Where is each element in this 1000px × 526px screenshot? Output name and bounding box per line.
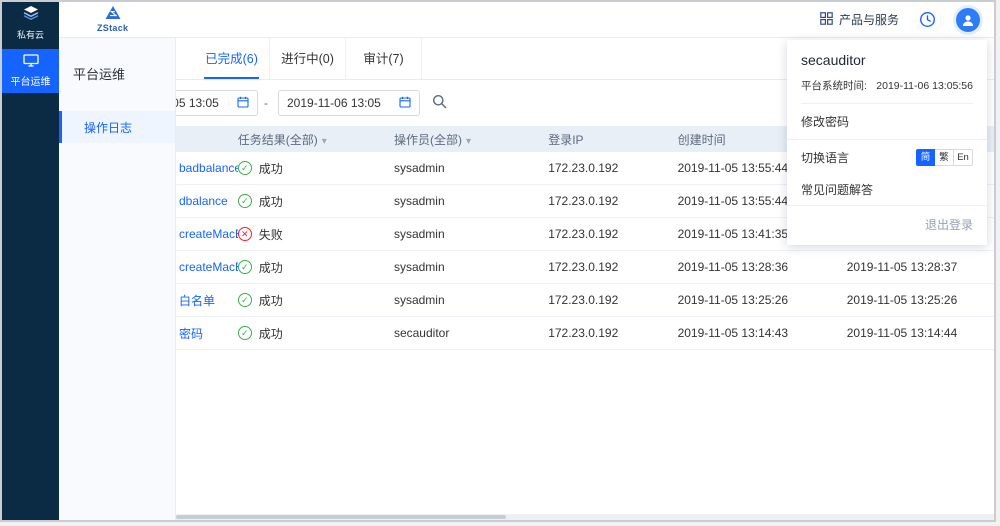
login-ip-cell: 172.23.0.192 <box>548 260 677 274</box>
header-task-result[interactable]: 任务结果(全部) ▾ <box>238 131 394 148</box>
zstack-logo-text: ZStack <box>97 24 128 33</box>
operator-cell: sysadmin <box>394 194 548 208</box>
header-task-result-label: 任务结果(全部) <box>238 133 318 147</box>
finished-time-cell: 2019-11-05 13:25:26 <box>847 293 994 307</box>
stacked-layers-icon <box>22 6 40 25</box>
task-name-link[interactable]: badbalance <box>179 161 238 175</box>
login-ip-cell: 172.23.0.192 <box>548 194 677 208</box>
product-logo[interactable]: 私有云 <box>2 2 59 44</box>
task-result-text: 失败 <box>259 226 283 243</box>
lang-button-traditional[interactable]: 繁 <box>935 149 954 166</box>
clock-icon <box>919 11 936 28</box>
grid-icon <box>820 12 833 28</box>
search-button[interactable] <box>432 94 447 114</box>
task-result-text: 成功 <box>259 193 283 210</box>
header-operator[interactable]: 操作员(全部) ▾ <box>394 131 548 148</box>
secondary-sidebar: 平台运维 操作日志 <box>59 38 176 520</box>
operator-cell: sysadmin <box>394 293 548 307</box>
date-to-input[interactable]: 2019-11-06 13:05 <box>278 90 420 116</box>
tab-completed[interactable]: 已完成(6) <box>194 38 270 79</box>
sidebar-item-operation-log[interactable]: 操作日志 <box>59 111 175 143</box>
login-ip-cell: 172.23.0.192 <box>548 293 677 307</box>
task-name-link[interactable]: dbalance <box>179 194 228 208</box>
date-range-separator: - <box>264 90 268 116</box>
date-from-input[interactable]: 2019-11-05 13:05 <box>176 90 258 116</box>
faq-item[interactable]: 常见问题解答 <box>787 174 987 206</box>
created-time-cell: 2019-11-05 13:28:36 <box>678 260 847 274</box>
check-circle-icon: ✓ <box>238 194 252 208</box>
operator-cell: secauditor <box>394 326 548 340</box>
check-circle-icon: ✓ <box>238 161 252 175</box>
logout-button[interactable]: 退出登录 <box>787 206 987 245</box>
monitor-icon <box>23 54 39 70</box>
tab-in-progress[interactable]: 进行中(0) <box>270 38 346 79</box>
header-operator-label: 操作员(全部) <box>394 133 462 147</box>
person-icon <box>961 13 975 27</box>
close-circle-icon: ✕ <box>238 227 252 241</box>
username: secauditor <box>801 52 973 68</box>
history-clock-button[interactable] <box>919 11 936 28</box>
task-name-link[interactable]: 白名单 <box>179 294 215 308</box>
calendar-icon <box>237 96 249 111</box>
horizontal-scrollbar-thumb[interactable] <box>176 515 506 519</box>
products-services-label: 产品与服务 <box>839 11 899 28</box>
app-window: 私有云 平台运维 ZStack <box>0 0 996 522</box>
check-circle-icon: ✓ <box>238 293 252 307</box>
header-login-ip: 登录IP <box>548 131 677 148</box>
top-header: ZStack 产品与服务 <box>59 2 994 38</box>
task-result-text: 成功 <box>259 160 283 177</box>
login-ip-cell: 172.23.0.192 <box>548 227 677 241</box>
user-dropdown-menu: secauditor 平台系统时间: 2019-11-06 13:05:56 修… <box>787 40 987 245</box>
calendar-icon <box>399 96 411 111</box>
created-time-cell: 2019-11-05 13:25:26 <box>678 293 847 307</box>
operator-cell: sysadmin <box>394 260 548 274</box>
lang-button-simplified[interactable]: 简 <box>916 149 935 166</box>
login-ip-cell: 172.23.0.192 <box>548 161 677 175</box>
primary-sidebar: 私有云 平台运维 <box>2 2 59 520</box>
task-name-link[interactable]: createMacB... <box>179 227 238 241</box>
date-from-value: 2019-11-05 13:05 <box>176 96 229 110</box>
task-result-text: 成功 <box>259 259 283 276</box>
system-time-label: 平台系统时间: <box>801 78 867 93</box>
switch-language-label: 切换语言 <box>801 149 849 166</box>
header-actions: 产品与服务 <box>820 8 994 32</box>
task-result-text: 成功 <box>259 292 283 309</box>
table-row: 密码 ✓ 成功 secauditor 172.23.0.192 2019-11-0… <box>176 317 994 350</box>
language-toggle-group: 简 繁 En <box>916 149 973 166</box>
login-ip-cell: 172.23.0.192 <box>548 326 677 340</box>
operator-cell: sysadmin <box>394 227 548 241</box>
table-row: 白名单 ✓ 成功 sysadmin 172.23.0.192 2019-11-05… <box>176 284 994 317</box>
search-icon <box>432 94 447 109</box>
check-circle-icon: ✓ <box>238 260 252 274</box>
created-time-cell: 2019-11-05 13:14:43 <box>678 326 847 340</box>
section-title: 平台运维 <box>59 38 175 83</box>
user-avatar[interactable] <box>956 8 980 32</box>
task-result-text: 成功 <box>259 325 283 342</box>
system-time-value: 2019-11-06 13:05:56 <box>876 80 973 92</box>
product-logo-label: 私有云 <box>17 28 44 41</box>
date-to-value: 2019-11-06 13:05 <box>287 96 391 110</box>
task-name-link[interactable]: 密码 <box>179 327 203 341</box>
sidebar-item-platform-ops[interactable]: 平台运维 <box>2 49 59 93</box>
finished-time-cell: 2019-11-05 13:14:44 <box>847 326 994 340</box>
sidebar-item-label: 平台运维 <box>11 73 51 88</box>
check-circle-icon: ✓ <box>238 326 252 340</box>
tab-audit[interactable]: 审计(7) <box>346 38 422 79</box>
products-services-button[interactable]: 产品与服务 <box>820 11 899 28</box>
sort-caret-icon: ▾ <box>466 136 471 147</box>
operator-cell: sysadmin <box>394 161 548 175</box>
zstack-logo[interactable]: ZStack <box>97 6 128 33</box>
table-row: createMacB... ✓成功 sysadmin 172.23.0.192 … <box>176 251 994 284</box>
change-password-item[interactable]: 修改密码 <box>787 104 987 140</box>
finished-time-cell: 2019-11-05 13:28:37 <box>847 260 994 274</box>
sort-caret-icon: ▾ <box>322 136 327 147</box>
user-menu-header: secauditor 平台系统时间: 2019-11-06 13:05:56 <box>787 40 987 104</box>
lang-button-english[interactable]: En <box>954 149 973 166</box>
horizontal-scrollbar <box>176 514 994 520</box>
zstack-triangle-icon <box>105 6 121 23</box>
task-name-link[interactable]: createMacB... <box>179 260 238 274</box>
